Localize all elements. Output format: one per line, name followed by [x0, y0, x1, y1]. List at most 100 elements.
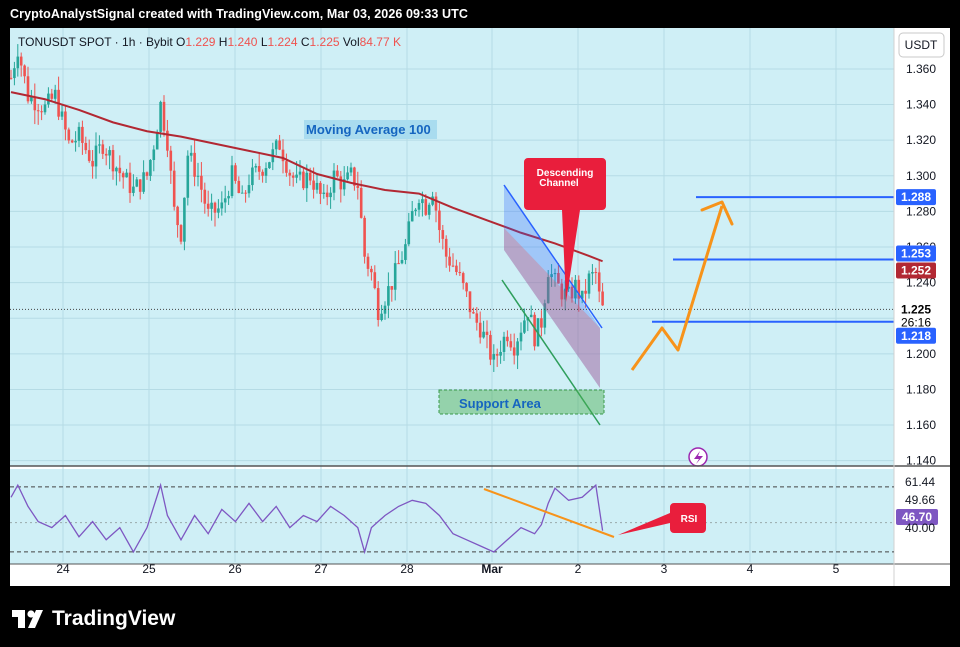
candle-body — [186, 155, 190, 198]
candle-body — [424, 199, 428, 215]
candle-body — [179, 225, 183, 242]
price-axis-tick: 1.180 — [906, 382, 936, 396]
candle-body — [111, 150, 115, 172]
candle-body — [10, 77, 13, 79]
rsi-pane-background — [10, 469, 894, 564]
candle-body — [591, 272, 594, 274]
time-axis-tick: 24 — [56, 562, 70, 576]
candle-body — [434, 196, 438, 211]
symbol-legend: TONUSDT SPOT · 1h · Bybit O1.229 H1.240 … — [18, 35, 401, 49]
candle-body — [540, 318, 543, 328]
candle-body — [176, 206, 179, 226]
candle-body — [339, 176, 343, 190]
candle-body — [444, 238, 448, 257]
price-level-1218: 1.218 — [901, 329, 931, 343]
price-axis-tick: 1.340 — [906, 98, 936, 112]
candle-body — [183, 197, 186, 242]
candle-body — [404, 244, 407, 260]
candle-body — [87, 150, 91, 161]
candle-body — [230, 165, 234, 197]
candle-body — [74, 140, 77, 143]
candle-body — [33, 96, 37, 111]
candle-body — [254, 166, 258, 168]
price-axis-tick: 1.360 — [906, 62, 936, 76]
tradingview-logo[interactable]: TradingView — [12, 606, 175, 632]
candle-body — [244, 192, 247, 194]
time-axis-tick: 27 — [314, 562, 328, 576]
candle-body — [489, 334, 492, 360]
chart-canvas[interactable]: Support AreaMoving Average 100Descending… — [10, 28, 950, 586]
candle-body — [101, 144, 105, 154]
candle-body — [98, 144, 101, 146]
candle-body — [346, 172, 349, 180]
candle-body — [516, 341, 519, 356]
time-axis-tick: Mar — [481, 562, 503, 576]
candle-body — [325, 192, 329, 198]
candle-body — [128, 172, 132, 193]
price-level-1288: 1.288 — [901, 190, 931, 204]
rsi-axis-upper: 61.44 — [905, 475, 935, 489]
rsi-axis-mid: 49.66 — [905, 493, 935, 507]
candle-body — [315, 182, 319, 190]
candle-body — [217, 208, 220, 213]
candle-body — [414, 209, 417, 212]
candle-body — [349, 167, 353, 173]
candle-body — [50, 93, 54, 99]
candle-body — [506, 336, 509, 342]
candle-body — [529, 314, 533, 318]
candle-body — [295, 174, 298, 178]
candle-body — [108, 150, 111, 156]
candle-body — [285, 161, 288, 173]
candle-body — [64, 111, 67, 130]
candle-body — [264, 168, 268, 176]
candle-body — [155, 131, 159, 150]
candle-body — [312, 180, 315, 190]
candle-body — [145, 172, 149, 176]
candle-body — [142, 172, 145, 192]
candle-body — [410, 211, 414, 222]
candle-body — [376, 288, 380, 320]
candle-body — [427, 204, 431, 215]
candle-body — [332, 170, 336, 193]
price-level-1253: 1.253 — [901, 246, 931, 260]
countdown-label: 26:16 — [901, 315, 931, 329]
price-axis-tick: 1.320 — [906, 133, 936, 147]
candle-body — [274, 140, 278, 150]
candle-body — [43, 104, 47, 113]
candle-body — [223, 198, 227, 203]
time-axis-tick: 2 — [575, 562, 582, 576]
candle-body — [149, 160, 152, 176]
candle-body — [70, 140, 74, 143]
candle-body — [298, 171, 302, 175]
candle-body — [67, 129, 71, 141]
candle-body — [193, 152, 196, 177]
candle-body — [138, 179, 142, 192]
candle-body — [26, 76, 30, 102]
candle-body — [169, 150, 173, 171]
rsi-callout-label: RSI — [681, 514, 698, 525]
candle-body — [152, 149, 156, 161]
candle-body — [451, 265, 455, 267]
price-axis-tick: 1.280 — [906, 204, 936, 218]
tradingview-brand: TradingView — [52, 607, 176, 630]
time-axis-tick: 5 — [833, 562, 840, 576]
candle-body — [237, 180, 241, 193]
candle-body — [213, 202, 217, 213]
candle-body — [203, 189, 207, 204]
candle-body — [227, 196, 230, 199]
candle-body — [118, 167, 122, 174]
candle-body — [523, 320, 526, 333]
candle-body — [421, 199, 424, 204]
candle-body — [60, 111, 64, 117]
moving-average-label: Moving Average 100 — [306, 122, 431, 137]
candle-body — [448, 256, 451, 266]
candle-body — [319, 182, 322, 194]
rsi-axis-lower: 40.00 — [905, 521, 935, 535]
candle-body — [200, 175, 203, 190]
time-axis-tick: 25 — [142, 562, 156, 576]
candle-body — [261, 171, 264, 176]
candle-body — [196, 175, 200, 177]
candle-body — [512, 347, 516, 356]
candle-body — [23, 65, 26, 77]
candle-body — [397, 263, 400, 265]
